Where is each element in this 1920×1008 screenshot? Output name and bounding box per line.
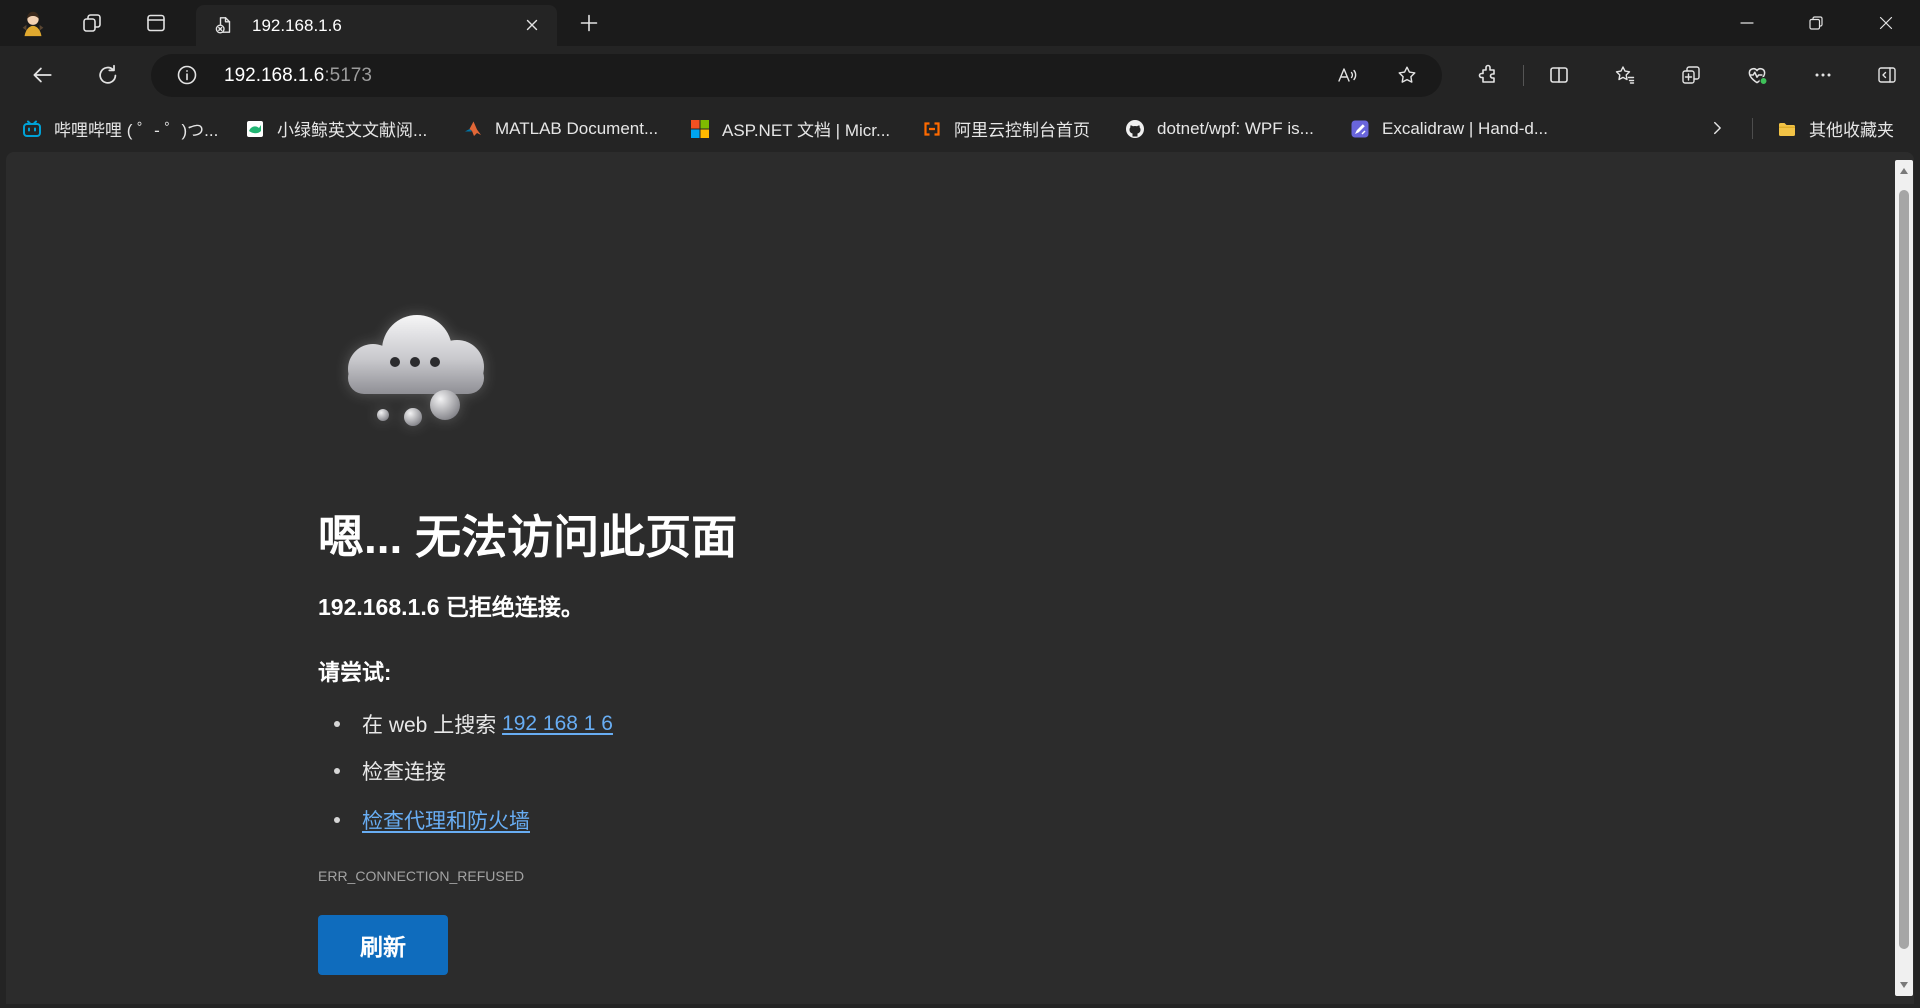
bookmark-label: ASP.NET 文档 | Micr... xyxy=(722,121,891,140)
url-text[interactable]: 192.168.1.6:5173 xyxy=(224,54,372,97)
bookmark-matlab[interactable]: MATLAB Document... xyxy=(463,105,658,152)
bookmark-label: 小绿鲸英文文献阅... xyxy=(277,121,428,140)
more-icon[interactable] xyxy=(1808,60,1838,90)
collections-icon[interactable] xyxy=(1676,60,1706,90)
favorite-star-icon[interactable] xyxy=(1392,60,1422,90)
excalidraw-icon xyxy=(1351,120,1369,137)
favorites-icon[interactable] xyxy=(1610,60,1640,90)
bookmark-aliyun[interactable]: 阿里云控制台首页 xyxy=(922,105,1090,152)
suggestion-check-proxy: 检查代理和防火墙 xyxy=(334,805,530,835)
active-tab[interactable]: 192.168.1.6 xyxy=(196,5,557,46)
suggestion-text: 在 web 上搜索 xyxy=(362,714,503,737)
microsoft-icon xyxy=(691,119,709,138)
tab-title: 192.168.1.6 xyxy=(252,16,342,35)
bookmark-aspnet-docs[interactable]: ASP.NET 文档 | Micr... xyxy=(690,105,890,152)
bullet xyxy=(334,768,340,774)
matlab-icon xyxy=(465,121,481,136)
split-screen-icon[interactable] xyxy=(1544,60,1574,90)
bookmark-bilibili[interactable]: 哔哩哔哩 ( ゜- ゜)つ... xyxy=(22,105,218,152)
suggestion-check-connection: 检查连接 xyxy=(334,756,446,786)
tab-strip: 192.168.1.6 xyxy=(0,0,1920,46)
tab-actions-icon[interactable] xyxy=(141,8,171,38)
xiaolvjing-icon xyxy=(247,120,263,137)
bookmark-label: Excalidraw | Hand-d... xyxy=(1382,118,1548,138)
refresh-icon[interactable] xyxy=(93,60,123,90)
address-bar[interactable]: 192.168.1.6:5173 xyxy=(151,54,1442,97)
favorites-bar: 哔哩哔哩 ( ゜- ゜)つ... 小绿鲸英文文献阅... MATLAB Docu… xyxy=(0,105,1920,152)
profile-avatar[interactable] xyxy=(16,6,50,40)
suggestion-text: 检查连接 xyxy=(362,761,446,784)
workspaces-icon[interactable] xyxy=(77,8,107,38)
bookmark-xiaolvjing[interactable]: 小绿鲸英文文献阅... xyxy=(245,105,427,152)
scroll-up-arrow[interactable] xyxy=(1895,162,1913,180)
new-tab-icon[interactable] xyxy=(574,8,604,38)
url-port: :5173 xyxy=(324,65,372,86)
page-content: 嗯... 无法访问此页面 192.168.1.6 已拒绝连接。 请尝试: 在 w… xyxy=(6,152,1914,1004)
close-window-icon[interactable] xyxy=(1871,8,1901,38)
extensions-icon[interactable] xyxy=(1473,60,1503,90)
vertical-scrollbar[interactable] xyxy=(1895,160,1913,996)
minimize-icon[interactable] xyxy=(1732,8,1762,38)
bookmark-label: MATLAB Document... xyxy=(495,118,659,138)
folder-icon xyxy=(1779,122,1795,136)
bookmark-label: 阿里云控制台首页 xyxy=(954,121,1090,140)
search-web-link[interactable]: 192 168 1 6 xyxy=(502,712,613,736)
toolbar: 192.168.1.6:5173 xyxy=(0,46,1920,105)
bookmark-label: dotnet/wpf: WPF is... xyxy=(1157,118,1314,138)
bilibili-icon xyxy=(23,120,41,137)
bookmark-github-wpf[interactable]: dotnet/wpf: WPF is... xyxy=(1125,105,1314,152)
error-message: 192.168.1.6 已拒绝连接。 xyxy=(318,594,584,620)
refresh-button[interactable]: 刷新 xyxy=(318,915,448,975)
other-favorites-folder[interactable]: 其他收藏夹 xyxy=(1777,105,1894,152)
scroll-down-arrow[interactable] xyxy=(1895,976,1913,994)
check-proxy-firewall-link[interactable]: 检查代理和防火墙 xyxy=(362,805,530,835)
scrollbar-thumb[interactable] xyxy=(1899,190,1909,949)
url-host: 192.168.1.6 xyxy=(224,65,325,86)
favorites-bar-divider xyxy=(1752,118,1753,139)
back-icon[interactable] xyxy=(27,60,57,90)
info-icon[interactable] xyxy=(172,60,202,90)
github-icon xyxy=(1126,119,1144,138)
sidebar-icon[interactable] xyxy=(1872,60,1902,90)
page-error-favicon xyxy=(215,16,233,34)
cloud-thinking-icon xyxy=(348,315,484,426)
suggestion-search-web: 在 web 上搜索 192 168 1 6 xyxy=(334,709,613,739)
browser-essentials-icon[interactable] xyxy=(1742,60,1772,90)
suggestions-heading: 请尝试: xyxy=(318,660,392,685)
bookmark-excalidraw[interactable]: Excalidraw | Hand-d... xyxy=(1350,105,1548,152)
other-favorites-label: 其他收藏夹 xyxy=(1809,121,1894,140)
bullet xyxy=(334,721,340,727)
close-tab-icon[interactable] xyxy=(518,11,546,39)
error-title: 嗯... 无法访问此页面 xyxy=(318,511,738,563)
toolbar-divider xyxy=(1523,65,1524,86)
read-aloud-icon[interactable] xyxy=(1332,60,1362,90)
aliyun-icon xyxy=(924,121,940,136)
restore-icon[interactable] xyxy=(1801,8,1831,38)
error-code: ERR_CONNECTION_REFUSED xyxy=(318,868,525,884)
bookmark-label: 哔哩哔哩 ( ゜- ゜)つ... xyxy=(54,121,219,140)
chevron-right-icon[interactable] xyxy=(1703,114,1731,142)
bullet xyxy=(334,817,340,823)
